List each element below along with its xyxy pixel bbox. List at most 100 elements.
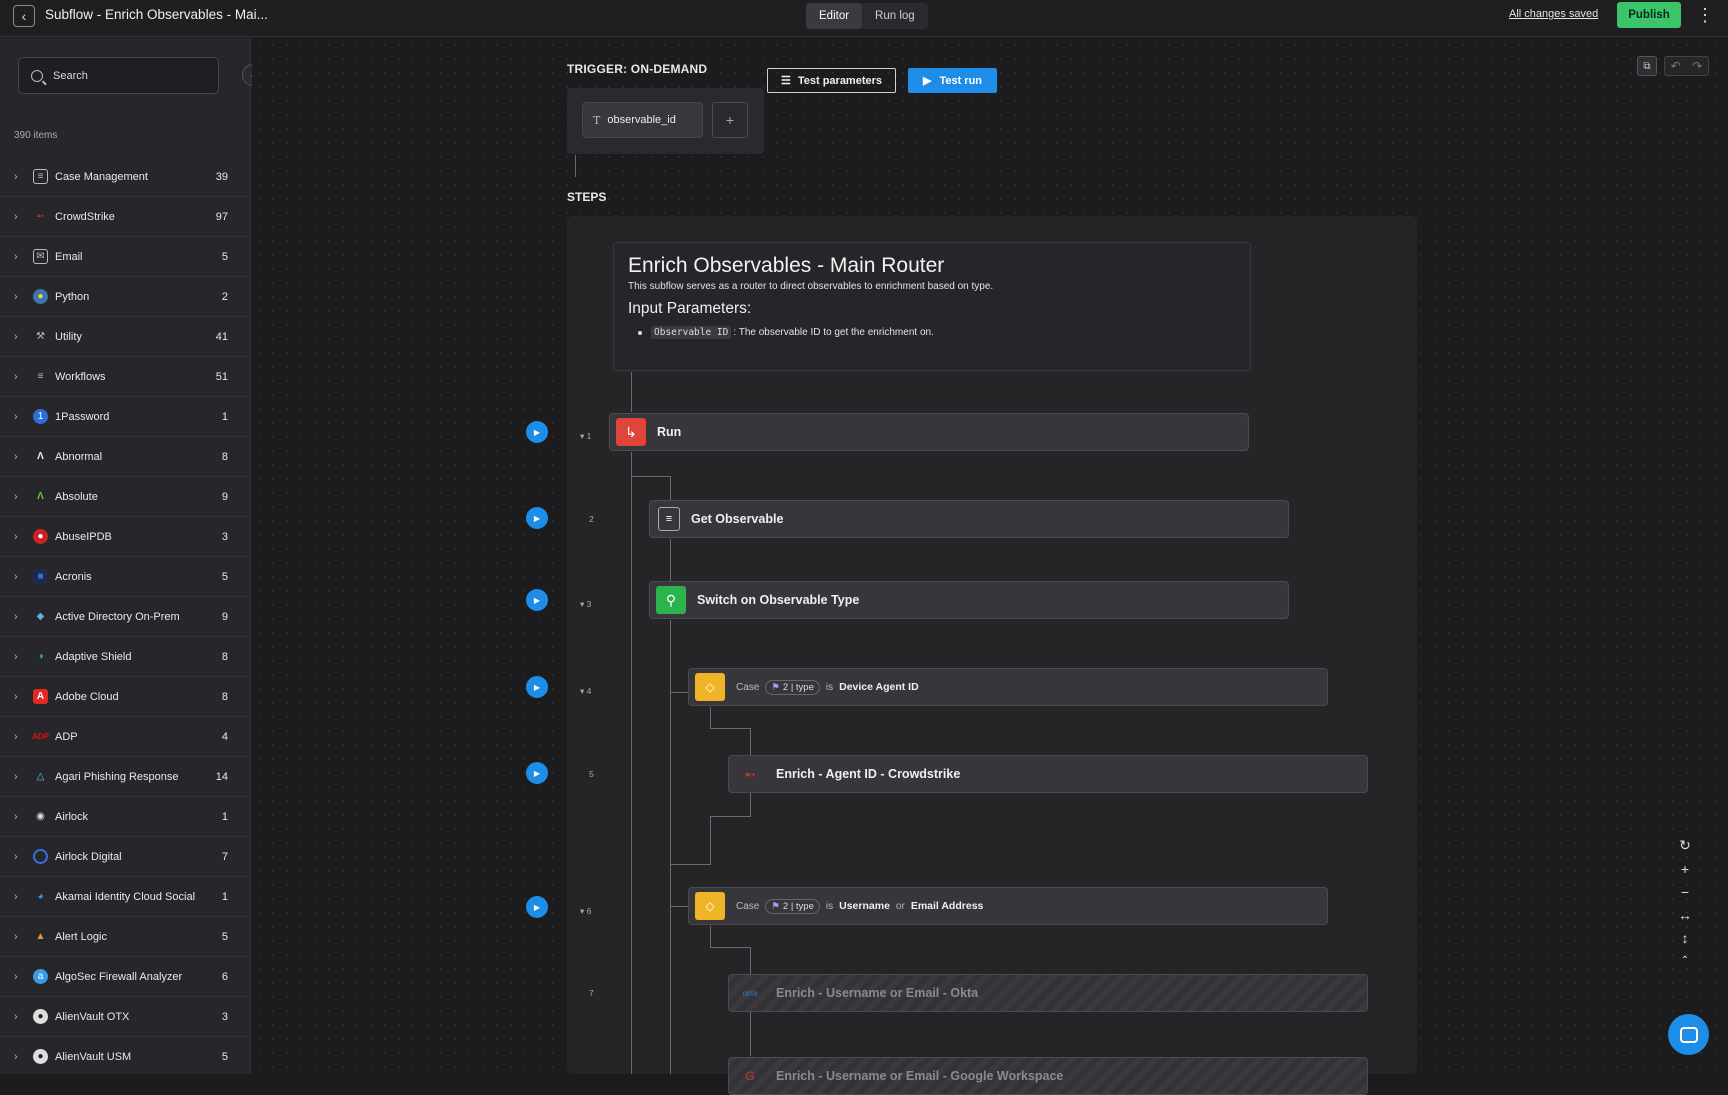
items-count: 390 items bbox=[14, 130, 58, 141]
save-status-link[interactable]: All changes saved bbox=[1509, 8, 1598, 20]
chat-button[interactable] bbox=[1668, 1014, 1709, 1055]
sidebar-category-item[interactable]: › ● AbuseIPDB 3 bbox=[0, 517, 250, 557]
publish-button[interactable]: Publish bbox=[1617, 2, 1681, 28]
sidebar-category-item[interactable]: › a AlgoSec Firewall Analyzer 6 bbox=[0, 957, 250, 997]
step-enrich-okta[interactable]: okta Enrich - Username or Email - Okta bbox=[728, 974, 1368, 1012]
operator: is bbox=[825, 900, 834, 912]
category-count: 14 bbox=[215, 770, 228, 783]
run-step-button[interactable]: ▶ bbox=[526, 676, 548, 698]
python-icon: ● bbox=[33, 289, 48, 304]
more-menu-icon[interactable]: ⋮ bbox=[1696, 2, 1714, 28]
undo-icon[interactable]: ↶ bbox=[1665, 57, 1687, 75]
step-case-username-email[interactable]: ◇ Case ⚑ 2 | type is Username or Email Ad… bbox=[688, 887, 1328, 925]
sidebar-category-item[interactable]: › ● AlienVault OTX 3 bbox=[0, 997, 250, 1037]
connector bbox=[710, 816, 751, 817]
sidebar-category-item[interactable]: › ⚒ Utility 41 bbox=[0, 317, 250, 357]
back-button[interactable]: ‹ bbox=[13, 5, 35, 27]
sidebar-category-item[interactable]: › ■ Acronis 5 bbox=[0, 557, 250, 597]
sidebar-category-item[interactable]: › A Adobe Cloud 8 bbox=[0, 677, 250, 717]
tab-run-log[interactable]: Run log bbox=[862, 3, 928, 29]
chevron-right-icon: › bbox=[14, 930, 18, 943]
category-name: Python bbox=[55, 290, 90, 303]
run-step-button[interactable]: ▶ bbox=[526, 589, 548, 611]
reset-view-icon[interactable]: ↻ bbox=[1679, 834, 1691, 857]
workflow-icon: ≡ bbox=[37, 371, 44, 382]
sidebar-category-item[interactable]: › ✉ Email 5 bbox=[0, 237, 250, 277]
connector bbox=[670, 620, 671, 1074]
category-count: 8 bbox=[221, 690, 228, 703]
chevron-right-icon: › bbox=[14, 370, 18, 383]
list-icon: ☰ bbox=[780, 75, 791, 87]
chevron-right-icon: › bbox=[14, 810, 18, 823]
sidebar-category-item[interactable]: › ◆ Active Directory On-Prem 9 bbox=[0, 597, 250, 637]
step-enrich-google-workspace[interactable]: G Enrich - Username or Email - Google Wo… bbox=[728, 1057, 1368, 1095]
sidebar-category-item[interactable]: › ● Python 2 bbox=[0, 277, 250, 317]
chevron-right-icon: › bbox=[14, 690, 18, 703]
sidebar-category-item[interactable]: › ➵ CrowdStrike 97 bbox=[0, 197, 250, 237]
sidebar-category-item[interactable]: › ≡ Case Management 39 bbox=[0, 157, 250, 197]
connector bbox=[670, 864, 711, 865]
add-parameter-button[interactable]: + bbox=[712, 102, 748, 138]
chevron-right-icon: › bbox=[14, 450, 18, 463]
sidebar-category-item[interactable]: › ◑ Adaptive Shield 8 bbox=[0, 637, 250, 677]
run-step-button[interactable]: ▶ bbox=[526, 762, 548, 784]
category-count: 3 bbox=[221, 1010, 228, 1023]
category-name: ADP bbox=[55, 730, 78, 743]
case-condition: Case ⚑ 2 | type is Username or Email Addr… bbox=[736, 898, 983, 914]
test-parameters-button[interactable]: ☰ Test parameters bbox=[767, 68, 896, 93]
zoom-out-icon[interactable]: − bbox=[1681, 880, 1689, 903]
chevron-right-icon: › bbox=[14, 1050, 18, 1063]
airlock-digital-icon bbox=[33, 849, 48, 864]
fit-height-icon[interactable]: ↕ bbox=[1682, 926, 1689, 949]
search-input[interactable] bbox=[53, 69, 203, 82]
sidebar-category-item[interactable]: › Airlock Digital 7 bbox=[0, 837, 250, 877]
sidebar-category-item[interactable]: › ≡ Workflows 51 bbox=[0, 357, 250, 397]
sidebar-category-item[interactable]: › ▲ Alert Logic 5 bbox=[0, 917, 250, 957]
category-name: Alert Logic bbox=[55, 930, 107, 943]
sidebar-category-item[interactable]: › Λ Abnormal 8 bbox=[0, 437, 250, 477]
fit-width-icon[interactable]: ↔ bbox=[1678, 903, 1692, 926]
test-run-button[interactable]: ▶ Test run bbox=[908, 68, 997, 93]
connector bbox=[750, 947, 751, 974]
chevron-right-icon: › bbox=[14, 170, 18, 183]
sidebar-category-item[interactable]: › △ Agari Phishing Response 14 bbox=[0, 757, 250, 797]
step-switch[interactable]: ⚲ Switch on Observable Type bbox=[649, 581, 1289, 619]
algosec-icon: a bbox=[33, 969, 48, 984]
step-enrich-crowdstrike[interactable]: ➵ Enrich - Agent ID - Crowdstrike bbox=[728, 755, 1368, 793]
run-step-button[interactable]: ▶ bbox=[526, 421, 548, 443]
connector bbox=[670, 539, 671, 581]
chevron-right-icon: › bbox=[14, 410, 18, 423]
category-name: Airlock bbox=[55, 810, 89, 823]
step-run[interactable]: ↳ Run bbox=[609, 413, 1249, 451]
redo-icon[interactable]: ↷ bbox=[1687, 57, 1709, 75]
sidebar-category-item[interactable]: › 1 1Password 1 bbox=[0, 397, 250, 437]
flag-icon: ⚑ bbox=[771, 900, 780, 912]
step-title: Switch on Observable Type bbox=[697, 593, 860, 607]
category-count: 3 bbox=[221, 530, 228, 543]
copy-icon[interactable]: ⧉ bbox=[1637, 56, 1657, 76]
sidebar-category-item[interactable]: › Λ Absolute 9 bbox=[0, 477, 250, 517]
step-number: ▾ 4 bbox=[580, 686, 592, 696]
run-step-button[interactable]: ▶ bbox=[526, 507, 548, 529]
chevron-right-icon: › bbox=[14, 570, 18, 583]
note-card[interactable]: Enrich Observables - Main Router This su… bbox=[613, 242, 1251, 371]
sidebar-category-item[interactable]: › ◕ Akamai Identity Cloud Social 1 bbox=[0, 877, 250, 917]
note-subtitle: Input Parameters: bbox=[628, 300, 752, 317]
sidebar-category-item[interactable]: › ◉ Airlock 1 bbox=[0, 797, 250, 837]
case-icon: ◇ bbox=[695, 892, 725, 920]
parameter-chip[interactable]: Tobservable_id bbox=[582, 102, 703, 138]
step-number: 5 bbox=[589, 769, 594, 779]
step-case-device-agent[interactable]: ◇ Case ⚑ 2 | type is Device Agent ID bbox=[688, 668, 1328, 706]
category-name: Absolute bbox=[55, 490, 98, 503]
expand-collapse-icon[interactable]: ⌃ bbox=[1681, 949, 1689, 972]
sidebar-category-item[interactable]: › ● AlienVault USM 5 bbox=[0, 1037, 250, 1074]
category-name: Airlock Digital bbox=[55, 850, 122, 863]
sidebar-category-item[interactable]: › ADP ADP 4 bbox=[0, 717, 250, 757]
step-title: Enrich - Username or Email - Okta bbox=[776, 986, 979, 1000]
run-step-button[interactable]: ▶ bbox=[526, 896, 548, 918]
zoom-in-icon[interactable]: + bbox=[1681, 857, 1689, 880]
absolute-icon: Λ bbox=[37, 491, 44, 502]
step-get-observable[interactable]: ≡ Get Observable bbox=[649, 500, 1289, 538]
case-label: Case bbox=[736, 681, 760, 693]
tab-editor[interactable]: Editor bbox=[806, 3, 863, 29]
